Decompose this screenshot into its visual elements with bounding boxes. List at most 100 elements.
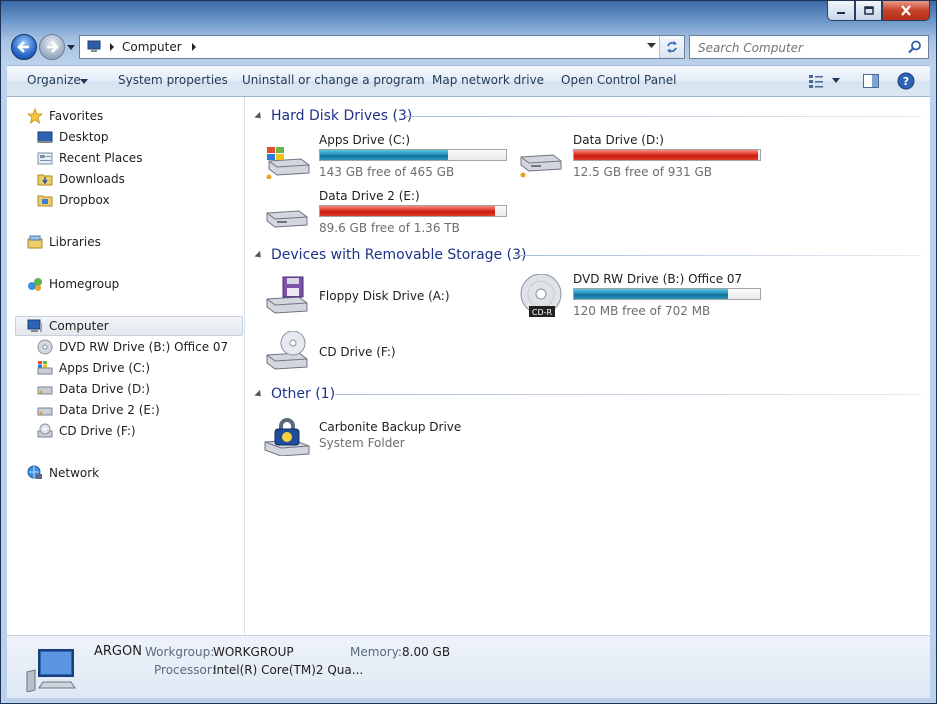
search-icon[interactable] xyxy=(908,40,922,54)
nav-data-drive-label: Data Drive (D:) xyxy=(59,382,150,396)
refresh-button[interactable] xyxy=(659,36,684,58)
forward-button[interactable] xyxy=(39,34,65,60)
breadcrumb-separator-icon[interactable] xyxy=(108,43,116,51)
workgroup-label: Workgroup: xyxy=(145,645,215,659)
drive-data-usage-fill xyxy=(574,150,759,160)
nav-desktop-label: Desktop xyxy=(59,130,109,144)
minimize-icon xyxy=(837,11,845,14)
search-box[interactable] xyxy=(689,35,929,59)
nav-downloads-label: Downloads xyxy=(59,172,125,186)
processor-label: Processor: xyxy=(154,663,216,677)
command-bar: Organize System properties Uninstall or … xyxy=(7,65,930,97)
computer-icon xyxy=(27,319,42,332)
nav-data-drive[interactable]: Data Drive (D:) xyxy=(37,379,150,399)
drive-apps[interactable]: Apps Drive (C:) 143 GB free of 465 GB xyxy=(263,133,513,183)
nav-homegroup-label: Homegroup xyxy=(49,277,120,291)
homegroup-icon xyxy=(28,278,42,291)
group-removable-label: Devices with Removable Storage (3) xyxy=(271,247,527,263)
dvd-drive-icon xyxy=(37,339,53,355)
collapse-arrow-icon[interactable] xyxy=(254,111,264,121)
cd-drive-icon xyxy=(37,423,53,438)
drive-data-free: 12.5 GB free of 931 GB xyxy=(573,165,712,179)
nav-downloads[interactable]: Downloads xyxy=(37,169,125,189)
drive-dvd[interactable]: CD-R DVD RW Drive (B:) Office 07 120 MB … xyxy=(517,272,767,322)
caption-buttons xyxy=(827,1,930,21)
address-dropdown-icon[interactable] xyxy=(647,43,656,49)
drive-dvd-name: DVD RW Drive (B:) Office 07 xyxy=(573,272,743,286)
uninstall-program-button[interactable]: Uninstall or change a program xyxy=(242,73,425,87)
drive-data[interactable]: Data Drive (D:) 12.5 GB free of 931 GB xyxy=(517,133,767,183)
breadcrumb-computer[interactable]: Computer xyxy=(122,40,182,54)
hard-drive-icon xyxy=(266,210,308,228)
group-other[interactable]: Other (1) xyxy=(254,384,335,404)
organize-dropdown-icon[interactable] xyxy=(80,79,88,84)
nav-apps-drive[interactable]: Apps Drive (C:) xyxy=(37,358,150,378)
maximize-button[interactable] xyxy=(855,1,882,21)
nav-data-drive-2[interactable]: Data Drive 2 (E:) xyxy=(37,400,160,420)
group-divider xyxy=(515,255,921,256)
back-button[interactable] xyxy=(11,34,37,60)
nav-recent-places-label: Recent Places xyxy=(59,151,143,165)
change-view-icon[interactable] xyxy=(807,72,825,90)
nav-network-label: Network xyxy=(49,466,100,480)
drive-dvd-usage-fill xyxy=(574,289,729,299)
desktop-icon xyxy=(37,131,53,143)
nav-recent-places[interactable]: Recent Places xyxy=(37,148,142,168)
hard-drive-icon xyxy=(37,386,53,395)
collapse-arrow-icon[interactable] xyxy=(254,250,264,260)
navigation-row: Computer xyxy=(7,33,930,61)
group-hard-disk-drives[interactable]: Hard Disk Drives (3) xyxy=(254,106,413,126)
group-removable-storage[interactable]: Devices with Removable Storage (3) xyxy=(254,245,527,265)
navigation-pane: Favorites Desktop Recent Places Download… xyxy=(7,97,245,635)
drive-cd-name: CD Drive (F:) xyxy=(319,345,396,359)
address-bar[interactable]: Computer xyxy=(79,35,685,59)
explorer-window: Computer Organize System properties Unin… xyxy=(0,0,937,704)
hard-drive-icon xyxy=(520,154,562,178)
nav-cd-drive[interactable]: CD Drive (F:) xyxy=(37,421,136,441)
drive-data-2[interactable]: Data Drive 2 (E:) 89.6 GB free of 1.36 T… xyxy=(263,189,513,239)
nav-favorites[interactable]: Favorites xyxy=(27,106,103,126)
nav-libraries[interactable]: Libraries xyxy=(27,232,101,252)
drive-apps-free: 143 GB free of 465 GB xyxy=(319,165,455,179)
search-input[interactable] xyxy=(696,40,900,56)
floppy-drive-icon xyxy=(266,276,308,314)
computer-small-icon xyxy=(87,40,101,52)
drive-dvd-free: 120 MB free of 702 MB xyxy=(573,304,711,318)
nav-computer[interactable]: Computer xyxy=(27,316,109,336)
dvd-disc-icon: CD-R xyxy=(520,274,562,317)
help-icon[interactable]: ? xyxy=(897,72,915,90)
nav-dropbox[interactable]: Dropbox xyxy=(37,190,110,210)
nav-libraries-label: Libraries xyxy=(49,235,101,249)
minimize-button[interactable] xyxy=(827,1,855,21)
forward-arrow-icon xyxy=(47,41,59,53)
recent-pages-dropdown-icon[interactable] xyxy=(67,43,75,51)
collapse-arrow-icon[interactable] xyxy=(254,389,264,399)
preview-pane-icon[interactable] xyxy=(862,72,880,90)
nav-homegroup[interactable]: Homegroup xyxy=(27,274,119,294)
nav-desktop[interactable]: Desktop xyxy=(37,127,109,147)
windows-drive-icon xyxy=(37,361,53,375)
drive-cd[interactable]: CD Drive (F:) xyxy=(263,329,513,379)
drive-dvd-usage-bar xyxy=(573,288,761,300)
close-icon xyxy=(901,5,911,16)
group-hard-disk-label: Hard Disk Drives (3) xyxy=(271,108,413,124)
map-network-drive-button[interactable]: Map network drive xyxy=(432,73,544,87)
maximize-icon xyxy=(863,6,874,15)
view-options-dropdown-icon[interactable] xyxy=(832,78,840,83)
system-properties-button[interactable]: System properties xyxy=(118,73,228,87)
dropbox-folder-icon xyxy=(37,195,53,207)
close-button[interactable] xyxy=(882,1,930,21)
open-control-panel-button[interactable]: Open Control Panel xyxy=(561,73,676,87)
drive-carbonite-type: System Folder xyxy=(319,436,405,450)
organize-menu[interactable]: Organize xyxy=(27,73,81,87)
drive-apps-usage-bar xyxy=(319,149,507,161)
nav-network[interactable]: Network xyxy=(27,463,99,483)
drive-data-2-free: 89.6 GB free of 1.36 TB xyxy=(319,221,460,235)
nav-dvd-drive[interactable]: DVD RW Drive (B:) Office 07 xyxy=(37,337,228,357)
cd-drive-icon xyxy=(266,331,308,370)
hard-drive-icon xyxy=(37,407,53,416)
drive-floppy[interactable]: Floppy Disk Drive (A:) xyxy=(263,273,513,323)
breadcrumb-separator-icon[interactable] xyxy=(190,43,198,51)
drive-data-2-name: Data Drive 2 (E:) xyxy=(319,189,420,203)
drive-carbonite[interactable]: Carbonite Backup Drive System Folder xyxy=(263,410,513,460)
